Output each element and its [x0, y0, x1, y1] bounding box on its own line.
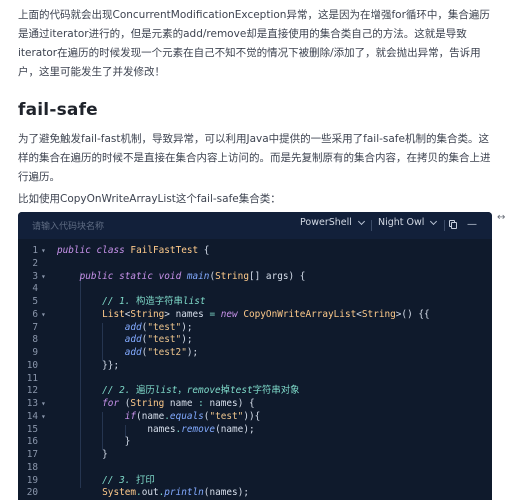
- code-line: 13 ▾ for (String name : names) {: [18, 397, 492, 410]
- code-toolbar: 请输入代码块名称 PowerShell Night Owl —: [18, 212, 492, 239]
- code-line-text: }: [57, 449, 108, 460]
- language-select[interactable]: PowerShell: [300, 217, 365, 228]
- line-number: 5: [32, 296, 38, 307]
- line-number: 20: [26, 487, 38, 499]
- code-line-text: public static void main(String[] args) {: [79, 270, 306, 282]
- code-line: 7 add("test");: [18, 321, 492, 334]
- line-number: 8: [32, 334, 38, 346]
- code-line: 14 ▾ if(name.equals("test")){: [18, 410, 492, 423]
- paragraph-example-intro: 比如使用CopyOnWriteArrayList这个fail-safe集合类：: [18, 193, 281, 205]
- line-number: 12: [26, 385, 38, 397]
- code-line: 1 ▾ public class FailFastTest {: [18, 244, 492, 257]
- code-line-text: // 1. 构造字符串list: [102, 296, 206, 307]
- line-number: 11: [26, 372, 38, 384]
- theme-select-value: Night Owl: [378, 217, 425, 228]
- fold-toggle-icon[interactable]: ▾: [41, 270, 49, 283]
- theme-select[interactable]: Night Owl: [378, 217, 438, 228]
- fold-toggle-icon[interactable]: ▾: [41, 410, 49, 423]
- code-line: 6 ▾ List<String> names = new CopyOnWriteA…: [18, 308, 492, 321]
- fold-toggle-icon[interactable]: ▾: [41, 308, 49, 321]
- line-number: 17: [26, 449, 38, 460]
- code-line-text: }};: [57, 359, 120, 371]
- code-line: 19 // 3. 打印: [18, 474, 492, 487]
- code-line-text: }: [57, 436, 131, 448]
- code-line-text: names.remove(name);: [147, 423, 255, 435]
- code-editor: 请输入代码块名称 PowerShell Night Owl — 1 ▾ public…: [18, 212, 492, 500]
- paragraph-exception-explanation: 上面的代码就会出现ConcurrentModificationException…: [18, 9, 490, 78]
- code-line: 15 names.remove(name);: [18, 423, 492, 436]
- code-line: 10 }};: [18, 359, 492, 372]
- code-line: 12 // 2. 遍历list，remove掉test字符串对象: [18, 384, 492, 397]
- line-number: 7: [32, 321, 38, 333]
- language-select-value: PowerShell: [300, 217, 352, 228]
- code-line: 3 ▾ public static void main(String[] args…: [18, 270, 492, 283]
- toolbar-divider: [444, 220, 445, 231]
- line-number: 13: [26, 398, 38, 409]
- code-line: 4: [18, 282, 492, 295]
- section-heading-fail-safe: fail-safe: [18, 100, 98, 120]
- line-number: 4: [32, 283, 38, 295]
- code-line: 5 // 1. 构造字符串list: [18, 295, 492, 308]
- expand-icon[interactable]: ↔: [497, 212, 505, 223]
- code-line-text: for (String name : names) {: [102, 398, 255, 409]
- code-line-text: if(name.equals("test")){: [124, 410, 261, 422]
- code-line: 18: [18, 461, 492, 474]
- line-number: 10: [26, 359, 38, 371]
- code-line-text: add("test2");: [124, 347, 199, 358]
- line-number: 18: [26, 461, 38, 473]
- code-line-text: add("test");: [124, 321, 193, 333]
- toolbar-divider: [371, 220, 372, 231]
- line-number: 19: [26, 474, 38, 486]
- code-line: 2: [18, 257, 492, 270]
- line-number: 6: [32, 308, 38, 320]
- code-line: 17 }: [18, 448, 492, 461]
- line-number: 1: [32, 245, 38, 256]
- chevron-down-icon: [357, 217, 365, 225]
- fold-toggle-icon[interactable]: ▾: [41, 397, 49, 410]
- line-number: 14: [26, 410, 38, 422]
- line-number: 2: [32, 257, 38, 269]
- line-number: 15: [26, 423, 38, 435]
- fold-toggle-icon[interactable]: ▾: [41, 244, 49, 257]
- code-line-text: System.out.println(names);: [102, 487, 249, 499]
- code-line: 11: [18, 372, 492, 385]
- chevron-down-icon: [430, 217, 438, 225]
- code-line-text: public class FailFastTest {: [57, 245, 210, 256]
- collapse-minus-icon[interactable]: —: [465, 218, 479, 232]
- code-line-text: add("test");: [124, 334, 193, 346]
- code-line: 8 add("test");: [18, 333, 492, 346]
- code-line: 16 }: [18, 435, 492, 448]
- copy-icon[interactable]: [446, 218, 460, 232]
- code-line: 9 add("test2");: [18, 346, 492, 359]
- code-line-text: List<String> names = new CopyOnWriteArra…: [102, 308, 430, 320]
- line-number: 9: [32, 347, 38, 358]
- line-number: 16: [26, 436, 38, 448]
- code-line-text: // 3. 打印: [102, 474, 155, 486]
- line-number: 3: [32, 270, 38, 282]
- code-line-text: // 2. 遍历list，remove掉test字符串对象: [102, 385, 300, 397]
- paragraph-fail-safe-intro: 为了避免触发fail-fast机制，导致异常，可以利用Java中提供的一些采用了…: [18, 133, 491, 183]
- code-line: 20 System.out.println(names);: [18, 486, 492, 499]
- code-block-name-input[interactable]: 请输入代码块名称: [32, 219, 104, 232]
